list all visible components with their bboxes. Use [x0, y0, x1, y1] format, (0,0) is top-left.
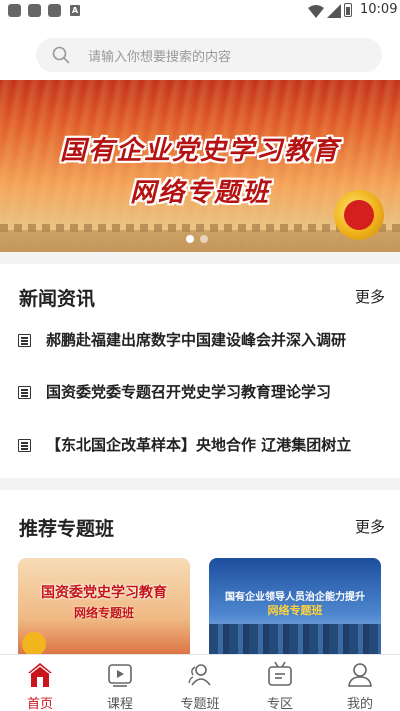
featured-more-link[interactable]: 更多	[355, 516, 385, 537]
news-item-title: 【东北国企改革样本】央地合作 辽港集团树立	[46, 436, 352, 454]
carousel-indicator	[186, 228, 214, 247]
signal-icon	[327, 4, 341, 18]
search-icon	[52, 46, 70, 64]
users-icon	[188, 664, 211, 686]
notification-badge-icon: A	[70, 5, 80, 16]
carousel-dot[interactable]	[200, 235, 208, 243]
tab-courses[interactable]: 课程	[80, 655, 160, 711]
article-icon	[18, 386, 31, 399]
course-card[interactable]: 国资委党史学习教育 网络专题班	[18, 558, 190, 660]
notification-icon	[8, 4, 21, 17]
tab-home[interactable]: 首页	[0, 655, 80, 711]
tv-icon	[268, 661, 292, 686]
news-section-title: 新闻资讯	[19, 288, 96, 310]
tab-label: 专区	[266, 697, 293, 711]
header: 请输入你想要搜索的内容	[0, 24, 400, 80]
banner-carousel[interactable]: 国有企业党史学习教育 网络专题班	[0, 80, 400, 252]
course-card-subtitle: 网络专题班	[267, 604, 323, 617]
person-icon	[348, 663, 372, 687]
tab-label: 课程	[106, 697, 133, 711]
news-item-title: 郝鹏赴福建出席数字中国建设峰会并深入调研	[46, 331, 347, 349]
notification-icon	[48, 4, 61, 17]
search-input[interactable]: 请输入你想要搜索的内容	[36, 38, 382, 72]
news-item-title: 国资委党委专题召开党史学习教育理论学习	[46, 383, 332, 401]
news-section: 新闻资讯 更多 郝鹏赴福建出席数字中国建设峰会并深入调研 国资委党委专题召开党史…	[0, 264, 400, 478]
article-icon	[18, 334, 31, 347]
news-item[interactable]: 国资委党委专题召开党史学习教育理论学习	[18, 381, 388, 405]
notification-icon	[28, 4, 41, 17]
wifi-icon	[308, 5, 324, 18]
featured-section-title: 推荐专题班	[19, 518, 115, 540]
course-card-title: 国资委党史学习教育	[41, 585, 167, 601]
tab-mine[interactable]: 我的	[320, 655, 400, 711]
banner-title: 国有企业党史学习教育	[59, 136, 340, 166]
status-time: 10:09	[360, 2, 398, 17]
course-card[interactable]: 国有企业领导人员治企能力提升 网络专题班	[209, 558, 381, 660]
carousel-dot[interactable]	[186, 235, 194, 243]
news-item[interactable]: 【东北国企改革样本】央地合作 辽港集团树立	[18, 434, 388, 458]
tab-label: 我的	[346, 697, 373, 711]
featured-section: 推荐专题班 更多 国资委党史学习教育 网络专题班 国有企业领导人员治企能力提升 …	[0, 490, 400, 660]
tab-special-classes[interactable]: 专题班	[160, 655, 240, 711]
bottom-tab-bar: 首页 课程 专题班 专区 我的	[0, 654, 400, 711]
news-more-link[interactable]: 更多	[355, 286, 385, 307]
home-icon	[28, 663, 52, 687]
tab-label: 首页	[26, 697, 53, 711]
search-placeholder: 请输入你想要搜索的内容	[88, 50, 232, 65]
party-emblem-icon	[22, 632, 46, 656]
status-bar: A 10:09	[0, 0, 400, 24]
article-icon	[18, 439, 31, 452]
video-icon	[108, 664, 132, 687]
battery-icon	[344, 3, 352, 17]
course-card-subtitle: 网络专题班	[73, 606, 134, 620]
tab-label: 专题班	[180, 697, 220, 711]
course-card-title: 国有企业领导人员治企能力提升	[225, 592, 365, 603]
party-emblem-icon	[334, 190, 384, 240]
tab-zone[interactable]: 专区	[240, 655, 320, 711]
news-item[interactable]: 郝鹏赴福建出席数字中国建设峰会并深入调研	[18, 329, 388, 353]
